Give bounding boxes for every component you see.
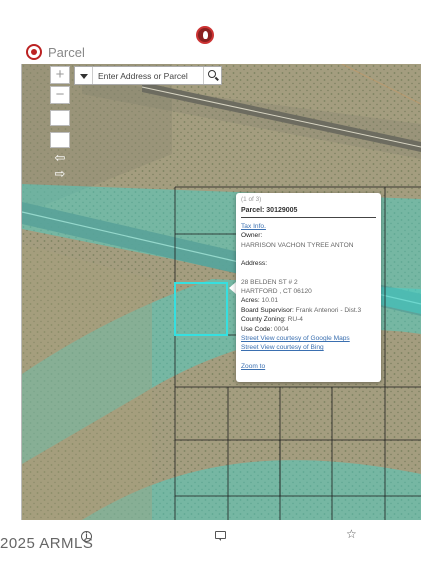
usecode-label: Use Code: xyxy=(241,325,273,333)
popup-title: Parcel: 30129005 xyxy=(241,205,376,218)
basemap-button[interactable] xyxy=(50,132,70,148)
map-controls: + − ⇦ ⇨ xyxy=(50,66,70,182)
layer-button[interactable] xyxy=(50,110,70,126)
supervisor-label: Board Supervisor: xyxy=(241,306,294,314)
brand-logo-icon xyxy=(196,26,214,44)
parcel-app-icon xyxy=(26,44,42,60)
forward-arrow-icon[interactable]: ⇨ xyxy=(50,166,70,181)
search-icon[interactable] xyxy=(203,67,221,84)
address-line2: HARTFORD , CT 06120 xyxy=(241,288,312,296)
page-title: Parcel xyxy=(48,44,85,60)
header: Parcel xyxy=(26,44,85,60)
street-view-bing-link[interactable]: Street View courtesy of Bing xyxy=(241,344,324,351)
address-line1: 28 BELDEN ST # 2 xyxy=(241,278,298,286)
back-arrow-icon[interactable]: ⇦ xyxy=(50,150,70,165)
tax-info-link[interactable]: Tax Info. xyxy=(241,223,266,230)
zoom-in-icon[interactable]: + xyxy=(50,66,70,84)
acres-value: 10.01 xyxy=(261,297,279,305)
info-icon[interactable]: i xyxy=(81,531,92,542)
zoning-value: RU-4 xyxy=(287,316,303,324)
address-search xyxy=(74,66,222,85)
usecode-value: 0004 xyxy=(274,325,289,333)
copyright-watermark: 2025 ARMLS xyxy=(0,535,94,552)
selected-parcel-highlight[interactable] xyxy=(174,282,228,336)
acres-label: Acres: xyxy=(241,297,260,305)
owner-label: Owner: xyxy=(241,232,263,240)
chevron-down-icon[interactable] xyxy=(75,67,93,84)
star-icon[interactable]: ☆ xyxy=(346,527,357,541)
popup-count: (1 of 3) xyxy=(241,196,262,203)
zoning-label: County Zoning: xyxy=(241,316,286,324)
chat-icon[interactable] xyxy=(215,531,226,541)
zoom-to-link[interactable]: Zoom to xyxy=(241,363,265,370)
supervisor-value: Frank Antenori - Dist.3 xyxy=(295,306,362,314)
parcel-popup: (1 of 3) Parcel: 30129005 Tax Info. Owne… xyxy=(236,193,381,382)
zoom-out-icon[interactable]: − xyxy=(50,86,70,104)
owner-value: HARRISON VACHON TYREE ANTON xyxy=(241,241,354,249)
street-view-google-link[interactable]: Street View courtesy of Google Maps xyxy=(241,335,350,342)
address-label: Address: xyxy=(241,260,268,268)
search-input[interactable] xyxy=(93,68,203,83)
popup-pointer xyxy=(229,282,236,294)
